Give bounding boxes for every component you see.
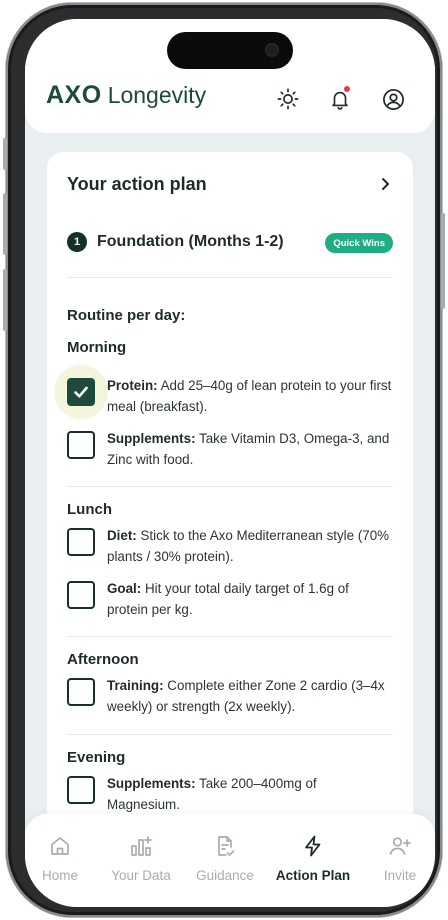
section-afternoon: Afternoon (67, 651, 139, 668)
item-label: Protein: (107, 378, 158, 393)
item-description: Hit your total daily target of 1.6g of p… (107, 581, 349, 617)
phone-frame: AXO Longevity Your action plan 1 Foundat… (3, 3, 445, 917)
divider (67, 277, 393, 278)
section-morning: Morning (67, 339, 127, 356)
nav-label: Invite (383, 868, 417, 883)
action-plan-card: Your action plan 1 Foundation (Months 1-… (47, 152, 413, 832)
volume-down-button (3, 269, 7, 331)
checklist-item-goal: Goal: Hit your total daily target of 1.6… (67, 579, 393, 620)
quick-wins-badge: Quick Wins (325, 233, 393, 253)
nav-label: Action Plan (275, 868, 351, 883)
user-plus-icon (389, 837, 411, 855)
card-title: Your action plan (67, 174, 207, 194)
checkbox[interactable] (67, 528, 95, 556)
bar-chart-plus-icon (131, 836, 152, 856)
item-text: Goal: Hit your total daily target of 1.6… (107, 579, 393, 620)
logo-longevity: Longevity (107, 82, 207, 108)
checkbox[interactable] (67, 678, 95, 706)
item-text: Protein: Add 25–40g of lean protein to y… (107, 376, 393, 417)
user-circle-icon (382, 88, 404, 110)
checklist-item-diet: Diet: Stick to the Axo Mediterranean sty… (67, 526, 393, 567)
nav-your-data[interactable]: Your Data (96, 834, 186, 883)
nav-invite[interactable]: Invite (355, 834, 435, 883)
checklist-item-supplements-evening: Supplements: Take 200–400mg of Magnesium… (67, 774, 393, 815)
checkmark-icon (74, 386, 88, 398)
routine-label: Routine per day: (67, 307, 186, 324)
profile-button[interactable] (380, 86, 406, 112)
checklist-item-protein: Protein: Add 25–40g of lean protein to y… (54, 365, 393, 419)
document-check-icon (218, 836, 235, 856)
nav-home[interactable]: Home (25, 834, 105, 883)
checkbox[interactable] (67, 431, 95, 459)
divider (67, 636, 393, 637)
notification-dot (344, 86, 350, 92)
theme-toggle-button[interactable] (275, 86, 301, 112)
bottom-nav: Home Your Data Guidance Action Plan Invi… (25, 814, 435, 907)
item-text: Training: Complete either Zone 2 cardio … (107, 676, 393, 717)
phase-number: 1 (67, 232, 87, 252)
volume-up-button (3, 193, 7, 255)
notifications-button[interactable] (327, 86, 353, 112)
lightning-icon (305, 835, 321, 857)
checkbox[interactable] (67, 581, 95, 609)
item-label: Supplements: (107, 431, 196, 446)
checkbox[interactable] (67, 776, 95, 804)
divider (67, 734, 393, 735)
action-button (3, 138, 7, 170)
power-button (441, 213, 445, 309)
section-evening: Evening (67, 749, 126, 766)
nav-label: Guidance (196, 868, 254, 883)
item-description: Stick to the Axo Mediterranean style (70… (107, 528, 390, 564)
axo-longevity-logo[interactable]: AXO Longevity (46, 81, 206, 110)
nav-label: Your Data (111, 868, 171, 883)
item-text: Supplements: Take 200–400mg of Magnesium… (107, 774, 393, 815)
checklist-item-supplements-morning: Supplements: Take Vitamin D3, Omega-3, a… (67, 429, 393, 470)
checklist-item-training: Training: Complete either Zone 2 cardio … (67, 676, 393, 717)
nav-label: Home (41, 868, 78, 883)
section-lunch: Lunch (67, 501, 112, 518)
dynamic-island (167, 32, 293, 69)
logo-axo: AXO (46, 81, 102, 109)
phase-label: Foundation (Months 1-2) (97, 233, 284, 250)
divider (67, 486, 393, 487)
item-text: Supplements: Take Vitamin D3, Omega-3, a… (107, 429, 393, 470)
item-text: Diet: Stick to the Axo Mediterranean sty… (107, 526, 393, 567)
home-icon (51, 837, 69, 855)
item-label: Goal: (107, 581, 142, 596)
chevron-right-icon[interactable] (377, 176, 393, 192)
checkbox-checked[interactable] (67, 378, 95, 406)
item-label: Supplements: (107, 776, 196, 791)
item-label: Training: (107, 678, 164, 693)
phase-header: 1 Foundation (Months 1-2) (67, 232, 284, 252)
sun-icon (277, 88, 299, 110)
nav-action-plan[interactable]: Action Plan (268, 834, 358, 883)
item-label: Diet: (107, 528, 137, 543)
app-screen: AXO Longevity Your action plan 1 Foundat… (25, 19, 435, 907)
nav-guidance[interactable]: Guidance (180, 834, 270, 883)
